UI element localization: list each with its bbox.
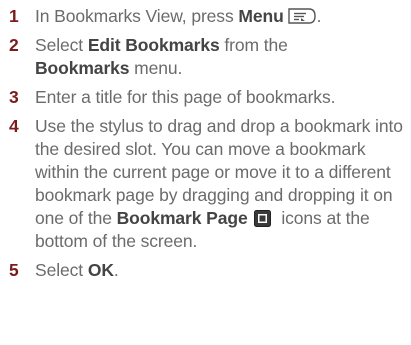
menu-key-icon (287, 6, 317, 26)
step-2: 2 Select Edit Bookmarks from the Bookmar… (9, 34, 407, 80)
step-text-end: menu. (129, 58, 183, 78)
step-1: 1 In Bookmarks View, press Menu . (9, 5, 407, 28)
bookmarks-menu-label: Bookmarks (35, 58, 130, 78)
ok-label: OK (87, 260, 114, 280)
steps-list: 1 In Bookmarks View, press Menu . 2 Sele… (9, 5, 407, 282)
bookmark-page-icon (253, 210, 271, 227)
step-5: 5 Select OK. (9, 259, 407, 282)
step-number: 1 (9, 6, 19, 26)
edit-bookmarks-label: Edit Bookmarks (87, 35, 220, 55)
step-number: 5 (9, 260, 19, 280)
step-text: Enter a title for this page of bookmarks… (35, 87, 336, 107)
bookmark-page-label: Bookmark Page (116, 208, 248, 228)
step-text: Select (35, 35, 88, 55)
instructions-page: 1 In Bookmarks View, press Menu . 2 Sele… (0, 0, 411, 345)
step-3: 3 Enter a title for this page of bookmar… (9, 86, 407, 109)
step-text: In Bookmarks View, press (35, 6, 239, 26)
step-text: Select (35, 260, 88, 280)
menu-key-label: Menu (238, 6, 284, 26)
step-text-mid: from the (219, 35, 288, 55)
step-text-end: . (113, 260, 119, 280)
step-text-end: . (316, 6, 322, 26)
step-number: 3 (9, 87, 19, 107)
step-number: 2 (9, 35, 19, 55)
step-4: 4 Use the stylus to drag and drop a book… (9, 115, 407, 253)
step-number: 4 (9, 116, 19, 136)
